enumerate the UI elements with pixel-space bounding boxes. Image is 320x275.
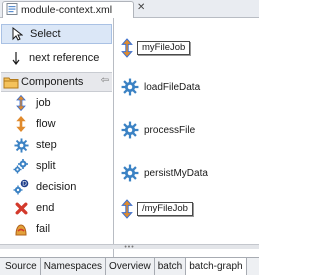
job-icon bbox=[13, 95, 29, 111]
job-end-node[interactable]: /myFileJob bbox=[121, 199, 193, 219]
sash-grip-icon: ••• bbox=[124, 243, 135, 251]
page-tab-batch[interactable]: batch bbox=[155, 258, 187, 275]
step-gear-icon bbox=[13, 137, 29, 153]
editor-tab[interactable]: module-context.xml bbox=[2, 1, 134, 18]
palette-tool-flow[interactable]: flow bbox=[1, 114, 112, 134]
palette-drawer-components[interactable]: Components ⇦ bbox=[1, 72, 112, 92]
xml-file-icon bbox=[6, 2, 18, 18]
palette-tool-job[interactable]: job bbox=[1, 93, 112, 113]
step-gear-icon bbox=[121, 121, 139, 139]
page-tab-overview[interactable]: Overview bbox=[106, 258, 155, 275]
drawer-pin-icon[interactable]: ⇦ bbox=[101, 75, 109, 86]
job-start-label: myFileJob bbox=[137, 41, 191, 55]
fail-icon bbox=[13, 221, 29, 237]
palette-tool-step[interactable]: step bbox=[1, 135, 112, 155]
step-label: processFile bbox=[144, 124, 196, 136]
palette-tool-decision[interactable]: D decision bbox=[1, 177, 112, 197]
page-tab-source[interactable]: Source bbox=[2, 258, 41, 275]
resize-sash[interactable]: ••• bbox=[0, 243, 259, 251]
palette-next-reference-tool[interactable]: next reference bbox=[1, 48, 112, 68]
step-label: loadFileData bbox=[144, 81, 201, 93]
page-tab-batch-graph[interactable]: batch-graph bbox=[186, 258, 247, 275]
job-icon bbox=[121, 38, 133, 58]
down-arrow-icon bbox=[8, 50, 24, 66]
palette-tool-label: split bbox=[36, 160, 56, 172]
end-icon bbox=[13, 200, 29, 216]
page-tab-namespaces[interactable]: Namespaces bbox=[41, 258, 107, 275]
palette-tool-label: fail bbox=[36, 223, 51, 235]
palette: Select next reference Components ⇦ job f… bbox=[0, 18, 114, 260]
palette-tool-split[interactable]: split bbox=[1, 156, 112, 176]
step-node-loadfiledata[interactable]: loadFileData bbox=[121, 78, 200, 96]
step-gear-icon bbox=[121, 78, 139, 96]
palette-tool-label: flow bbox=[36, 118, 56, 130]
close-icon[interactable]: ✕ bbox=[137, 2, 145, 14]
job-icon bbox=[121, 199, 133, 219]
editor-tab-strip: module-context.xml ✕ bbox=[0, 0, 259, 18]
job-end-label: /myFileJob bbox=[137, 202, 193, 216]
step-label: persistMyData bbox=[144, 167, 208, 179]
step-node-processfile[interactable]: processFile bbox=[121, 121, 195, 139]
palette-drawer-label: Components bbox=[21, 76, 84, 88]
palette-tool-end[interactable]: end bbox=[1, 198, 112, 218]
step-node-persistmydata[interactable]: persistMyData bbox=[121, 164, 208, 182]
palette-tool-fail[interactable]: fail bbox=[1, 219, 112, 239]
step-gear-icon bbox=[121, 164, 139, 182]
palette-tool-label: decision bbox=[36, 181, 77, 193]
palette-select-label: Select bbox=[30, 28, 61, 40]
editor-page-tabs: Source Namespaces Overview batch batch-g… bbox=[0, 257, 259, 275]
split-icon bbox=[13, 158, 29, 174]
palette-tool-label: step bbox=[36, 139, 57, 151]
flow-icon bbox=[13, 116, 29, 132]
arrow-pointer-icon bbox=[9, 26, 25, 42]
diagram-canvas[interactable]: myFileJob loadFileData processFile persi… bbox=[115, 18, 259, 260]
decision-icon: D bbox=[13, 179, 29, 195]
palette-next-reference-label: next reference bbox=[29, 52, 100, 64]
svg-text:D: D bbox=[22, 181, 27, 188]
palette-tool-label: end bbox=[36, 202, 55, 214]
palette-select-tool[interactable]: Select bbox=[1, 24, 112, 44]
palette-tool-label: job bbox=[36, 97, 51, 109]
folder-icon bbox=[3, 74, 19, 90]
job-start-node[interactable]: myFileJob bbox=[121, 38, 191, 58]
editor-tab-title: module-context.xml bbox=[21, 4, 113, 16]
